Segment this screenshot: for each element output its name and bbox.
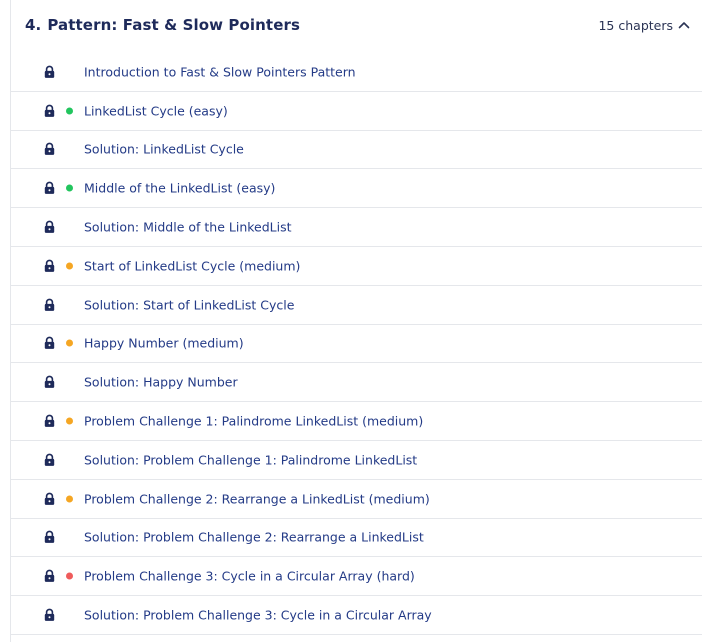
- lesson-row[interactable]: LinkedList Cycle (easy): [11, 92, 702, 131]
- difficulty-hard-dot: [66, 572, 73, 580]
- lesson-row[interactable]: Solution: Middle of the LinkedList: [11, 208, 702, 247]
- lesson-row[interactable]: Solution: Problem Challenge 3: Cycle in …: [11, 596, 702, 635]
- lesson-row[interactable]: Solution: LinkedList Cycle: [11, 131, 702, 170]
- lock-icon: [44, 181, 55, 195]
- lesson-title: Problem Challenge 3: Cycle in a Circular…: [84, 568, 415, 584]
- lesson-row[interactable]: Problem Challenge 2: Rearrange a LinkedL…: [11, 480, 702, 519]
- lesson-title: Start of LinkedList Cycle (medium): [84, 258, 301, 274]
- section-title: 4. Pattern: Fast & Slow Pointers: [25, 16, 300, 34]
- difficulty-medium-dot: [66, 339, 73, 347]
- section-number: 4.: [25, 16, 42, 34]
- lesson-title: Solution: Middle of the LinkedList: [84, 219, 292, 235]
- lock-icon: [44, 531, 55, 544]
- lesson-title: LinkedList Cycle (easy): [84, 103, 228, 119]
- lesson-title: Introduction to Fast & Slow Pointers Pat…: [84, 64, 356, 80]
- chapter-count-word: chapters: [618, 17, 673, 33]
- lesson-title: Happy Number (medium): [84, 335, 244, 351]
- lock-icon: [44, 453, 55, 466]
- lock-icon: [44, 65, 55, 78]
- lesson-row[interactable]: Solution: Happy Number: [11, 363, 702, 403]
- lesson-row[interactable]: Happy Number (medium): [11, 325, 702, 364]
- course-section: 4. Pattern: Fast & Slow Pointers 15 chapt…: [10, 0, 702, 642]
- lesson-row[interactable]: Solution: Problem Challenge 1: Palindrom…: [11, 441, 702, 480]
- lesson-list: Introduction to Fast & Slow Pointers Pat…: [11, 53, 702, 635]
- difficulty-medium-dot: [66, 262, 73, 270]
- lesson-title: Solution: Start of LinkedList Cycle: [84, 297, 295, 313]
- lock-icon: [44, 298, 55, 311]
- lesson-title: Solution: LinkedList Cycle: [84, 141, 244, 157]
- lesson-row[interactable]: Problem Challenge 3: Cycle in a Circular…: [11, 557, 702, 597]
- lock-icon: [44, 143, 55, 156]
- section-toggle[interactable]: 15 chapters: [598, 18, 691, 33]
- lock-icon: [44, 608, 55, 622]
- chevron-up-icon[interactable]: [677, 18, 691, 32]
- lesson-row[interactable]: Problem Challenge 1: Palindrome LinkedLi…: [11, 402, 702, 441]
- lesson-row[interactable]: Start of LinkedList Cycle (medium): [11, 247, 702, 286]
- lesson-row[interactable]: Middle of the LinkedList (easy): [11, 169, 702, 209]
- difficulty-medium-dot: [66, 417, 73, 425]
- lesson-row[interactable]: Solution: Problem Challenge 2: Rearrange…: [11, 519, 702, 558]
- chapter-count: 15 chapters: [598, 18, 673, 33]
- section-title-text: Pattern: Fast & Slow Pointers: [47, 16, 300, 34]
- lesson-title: Problem Challenge 2: Rearrange a LinkedL…: [84, 491, 430, 507]
- difficulty-easy-dot: [66, 184, 73, 192]
- lock-icon: [44, 104, 55, 117]
- lock-icon: [44, 337, 55, 350]
- lock-icon: [44, 492, 55, 505]
- lesson-title: Solution: Problem Challenge 2: Rearrange…: [84, 529, 424, 545]
- lesson-title: Solution: Problem Challenge 3: Cycle in …: [84, 607, 432, 623]
- lock-icon: [44, 259, 55, 272]
- lesson-title: Problem Challenge 1: Palindrome LinkedLi…: [84, 413, 424, 429]
- difficulty-medium-dot: [66, 495, 73, 503]
- difficulty-easy-dot: [66, 107, 73, 115]
- chapter-count-number: 15: [598, 17, 615, 33]
- lock-icon: [44, 569, 55, 583]
- lock-icon: [44, 414, 55, 428]
- section-header[interactable]: 4. Pattern: Fast & Slow Pointers 15 chapt…: [11, 0, 702, 50]
- lock-icon: [44, 220, 55, 234]
- lesson-title: Solution: Happy Number: [84, 374, 238, 390]
- lock-icon: [44, 375, 55, 389]
- lesson-row[interactable]: Solution: Start of LinkedList Cycle: [11, 286, 702, 325]
- lesson-title: Solution: Problem Challenge 1: Palindrom…: [84, 452, 418, 468]
- lesson-row[interactable]: Introduction to Fast & Slow Pointers Pat…: [11, 53, 702, 92]
- lesson-title: Middle of the LinkedList (easy): [84, 180, 276, 196]
